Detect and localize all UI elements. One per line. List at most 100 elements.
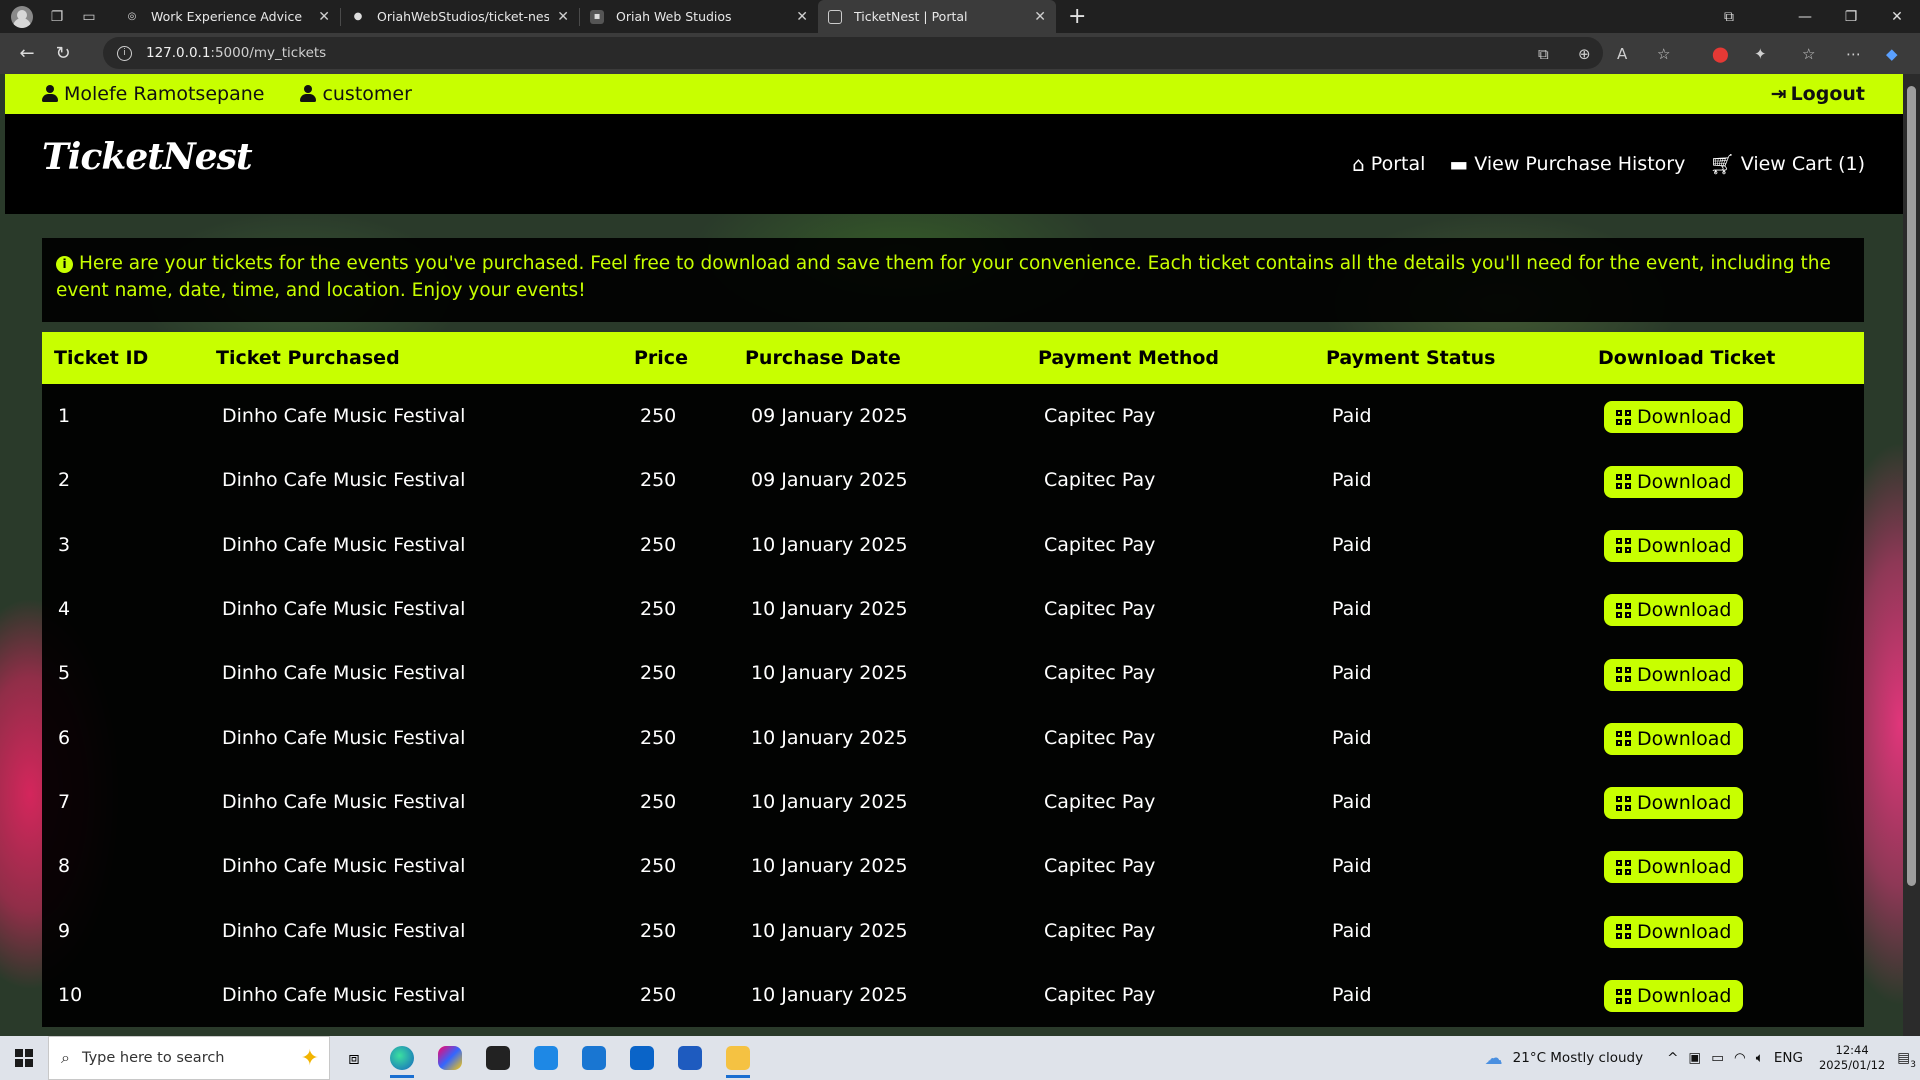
payment-method-cell: Capitec Pay — [1044, 662, 1156, 685]
vscode-icon[interactable] — [522, 1036, 570, 1080]
weather-text[interactable]: 21°C Mostly cloudy — [1513, 1050, 1643, 1066]
tray-chevron-icon[interactable]: ^ — [1667, 1050, 1678, 1066]
open-in-app-icon[interactable]: ⧉ — [1538, 33, 1549, 74]
page-scrollbar[interactable] — [1903, 74, 1920, 1036]
notifications-icon[interactable]: ▤ 3 — [1897, 1050, 1916, 1070]
download-ticket-button[interactable]: Download — [1604, 529, 1744, 562]
close-tab-icon[interactable]: ✕ — [318, 9, 330, 25]
ticket-id-cell: 6 — [58, 726, 71, 749]
read-aloud-icon[interactable]: A — [1617, 33, 1627, 74]
taskbar-search-box[interactable]: ⌕ Type here to search ✦ — [48, 1036, 330, 1080]
download-ticket-button[interactable]: Download — [1604, 594, 1744, 627]
download-ticket-button[interactable]: Download — [1604, 722, 1744, 755]
minimize-icon[interactable]: — — [1782, 0, 1828, 33]
extension-red-icon[interactable]: ⬤ — [1712, 33, 1729, 74]
download-label: Download — [1637, 534, 1732, 557]
qr-code-icon — [1616, 474, 1631, 490]
purchase-date-cell: 09 January 2025 — [751, 405, 908, 428]
site-info-icon[interactable]: i — [117, 45, 132, 61]
ticket-event-cell: Dinho Cafe Music Festival — [222, 726, 466, 749]
wifi-icon[interactable]: ◠ — [1734, 1050, 1746, 1066]
logout-link[interactable]: ⇥ Logout — [1771, 74, 1865, 114]
price-cell: 250 — [640, 405, 677, 428]
language-indicator[interactable]: ENG — [1774, 1050, 1803, 1066]
extensions-puzzle-icon[interactable]: ✦ — [1754, 33, 1767, 74]
store-icon[interactable] — [570, 1036, 618, 1080]
table-row: 1 Dinho Cafe Music Festival 250 09 January … — [42, 384, 1864, 449]
weather-cloud-icon[interactable]: ☁ — [1485, 1048, 1503, 1069]
scrollbar-thumb[interactable] — [1907, 86, 1916, 886]
download-ticket-button[interactable]: Download — [1604, 915, 1744, 948]
tab-actions-icon[interactable]: ▭ — [75, 3, 103, 31]
terminal-app-icon[interactable] — [474, 1036, 522, 1080]
browser-tab-4-active[interactable]: TicketNest | Portal ✕ — [818, 0, 1056, 33]
nav-cart-link[interactable]: 🛒︎ View Cart (1) — [1709, 152, 1865, 176]
purchase-date-cell: 10 January 2025 — [751, 533, 908, 556]
download-ticket-button[interactable]: Download — [1604, 851, 1744, 884]
file-explorer-icon[interactable] — [714, 1036, 762, 1080]
zoom-icon[interactable]: ⊕ — [1578, 33, 1591, 74]
meet-icon[interactable]: ▣ — [1688, 1050, 1701, 1066]
payment-method-cell: Capitec Pay — [1044, 469, 1156, 492]
nav-purchase-history-link[interactable]: ▬ View Purchase History — [1449, 152, 1685, 176]
payment-method-cell: Capitec Pay — [1044, 919, 1156, 942]
price-cell: 250 — [640, 469, 677, 492]
close-window-icon[interactable]: ✕ — [1874, 0, 1920, 33]
download-ticket-button[interactable]: Download — [1604, 980, 1744, 1013]
word-icon[interactable] — [666, 1036, 714, 1080]
address-bar[interactable]: i 127.0.0.1:5000/my_tickets — [103, 37, 1603, 69]
payment-status-cell: Paid — [1332, 790, 1372, 813]
close-tab-icon[interactable]: ✕ — [796, 9, 808, 25]
refresh-icon[interactable]: ↻ — [45, 36, 81, 72]
back-arrow-icon[interactable]: ← — [9, 36, 45, 72]
ticket-event-cell: Dinho Cafe Music Festival — [222, 855, 466, 878]
nav-portal-link[interactable]: ⌂ Portal — [1352, 152, 1425, 176]
logout-label: Logout — [1790, 83, 1865, 105]
favorite-star-icon[interactable]: ☆ — [1657, 33, 1670, 74]
browser-tab-1[interactable]: ◎ Work Experience Advice ✕ — [115, 0, 340, 33]
download-label: Download — [1637, 856, 1732, 879]
edge-browser-icon[interactable] — [378, 1036, 426, 1080]
clock[interactable]: 12:44 2025/01/12 — [1819, 1043, 1885, 1073]
restore-icon[interactable]: ❐ — [1828, 0, 1874, 33]
favorites-icon[interactable]: ☆ — [1802, 33, 1815, 74]
download-ticket-button[interactable]: Download — [1604, 465, 1744, 498]
qr-code-icon — [1616, 538, 1631, 554]
ticket-event-cell: Dinho Cafe Music Festival — [222, 790, 466, 813]
more-menu-icon[interactable]: ⋯ — [1846, 33, 1861, 74]
notification-count: 3 — [1910, 1060, 1916, 1070]
close-tab-icon[interactable]: ✕ — [1034, 9, 1046, 25]
column-header: Ticket Purchased — [216, 347, 400, 369]
page-viewport: Molefe Ramotsepane customer ⇥ Logout Tic… — [0, 74, 1920, 1036]
ticket-id-cell: 4 — [58, 598, 71, 621]
workspaces-icon[interactable]: ❐ — [43, 3, 71, 31]
outlook-icon[interactable] — [618, 1036, 666, 1080]
battery-icon[interactable]: ▭ — [1711, 1050, 1724, 1066]
payment-method-cell: Capitec Pay — [1044, 983, 1156, 1006]
download-cell: Download — [1586, 963, 1864, 1027]
volume-icon[interactable]: 🔈︎ — [1756, 1050, 1764, 1066]
task-view-icon[interactable]: ⧈ — [330, 1036, 378, 1080]
copilot-icon[interactable]: ◆ — [1886, 33, 1898, 74]
browser-tab-3[interactable]: ▪ Oriah Web Studios ✕ — [580, 0, 818, 33]
windows-start-icon[interactable] — [0, 1036, 48, 1080]
download-cell: Download — [1586, 641, 1864, 705]
brand-logo[interactable]: TicketNest — [42, 136, 253, 178]
profile-avatar-icon[interactable] — [11, 5, 33, 28]
ticket-event-cell: Dinho Cafe Music Festival — [222, 598, 466, 621]
url-path: :5000/my_tickets — [210, 45, 327, 61]
download-ticket-button[interactable]: Download — [1604, 658, 1744, 691]
nav-link-label: Portal — [1370, 153, 1426, 175]
download-ticket-button[interactable]: Download — [1604, 787, 1744, 820]
notice-text: Here are your tickets for the events you… — [56, 253, 1831, 301]
browser-tab-2[interactable]: ● OriahWebStudios/ticket-nest ✕ — [341, 0, 579, 33]
new-tab-icon[interactable]: + — [1068, 4, 1086, 29]
copilot-app-icon[interactable] — [426, 1036, 474, 1080]
download-label: Download — [1637, 985, 1732, 1008]
download-cell: Download — [1586, 770, 1864, 834]
split-screen-icon[interactable]: ⧉ — [1706, 0, 1752, 33]
payment-status-cell: Paid — [1332, 469, 1372, 492]
close-tab-icon[interactable]: ✕ — [557, 9, 569, 25]
download-ticket-button[interactable]: Download — [1604, 401, 1744, 434]
user-role-icon — [300, 85, 317, 103]
